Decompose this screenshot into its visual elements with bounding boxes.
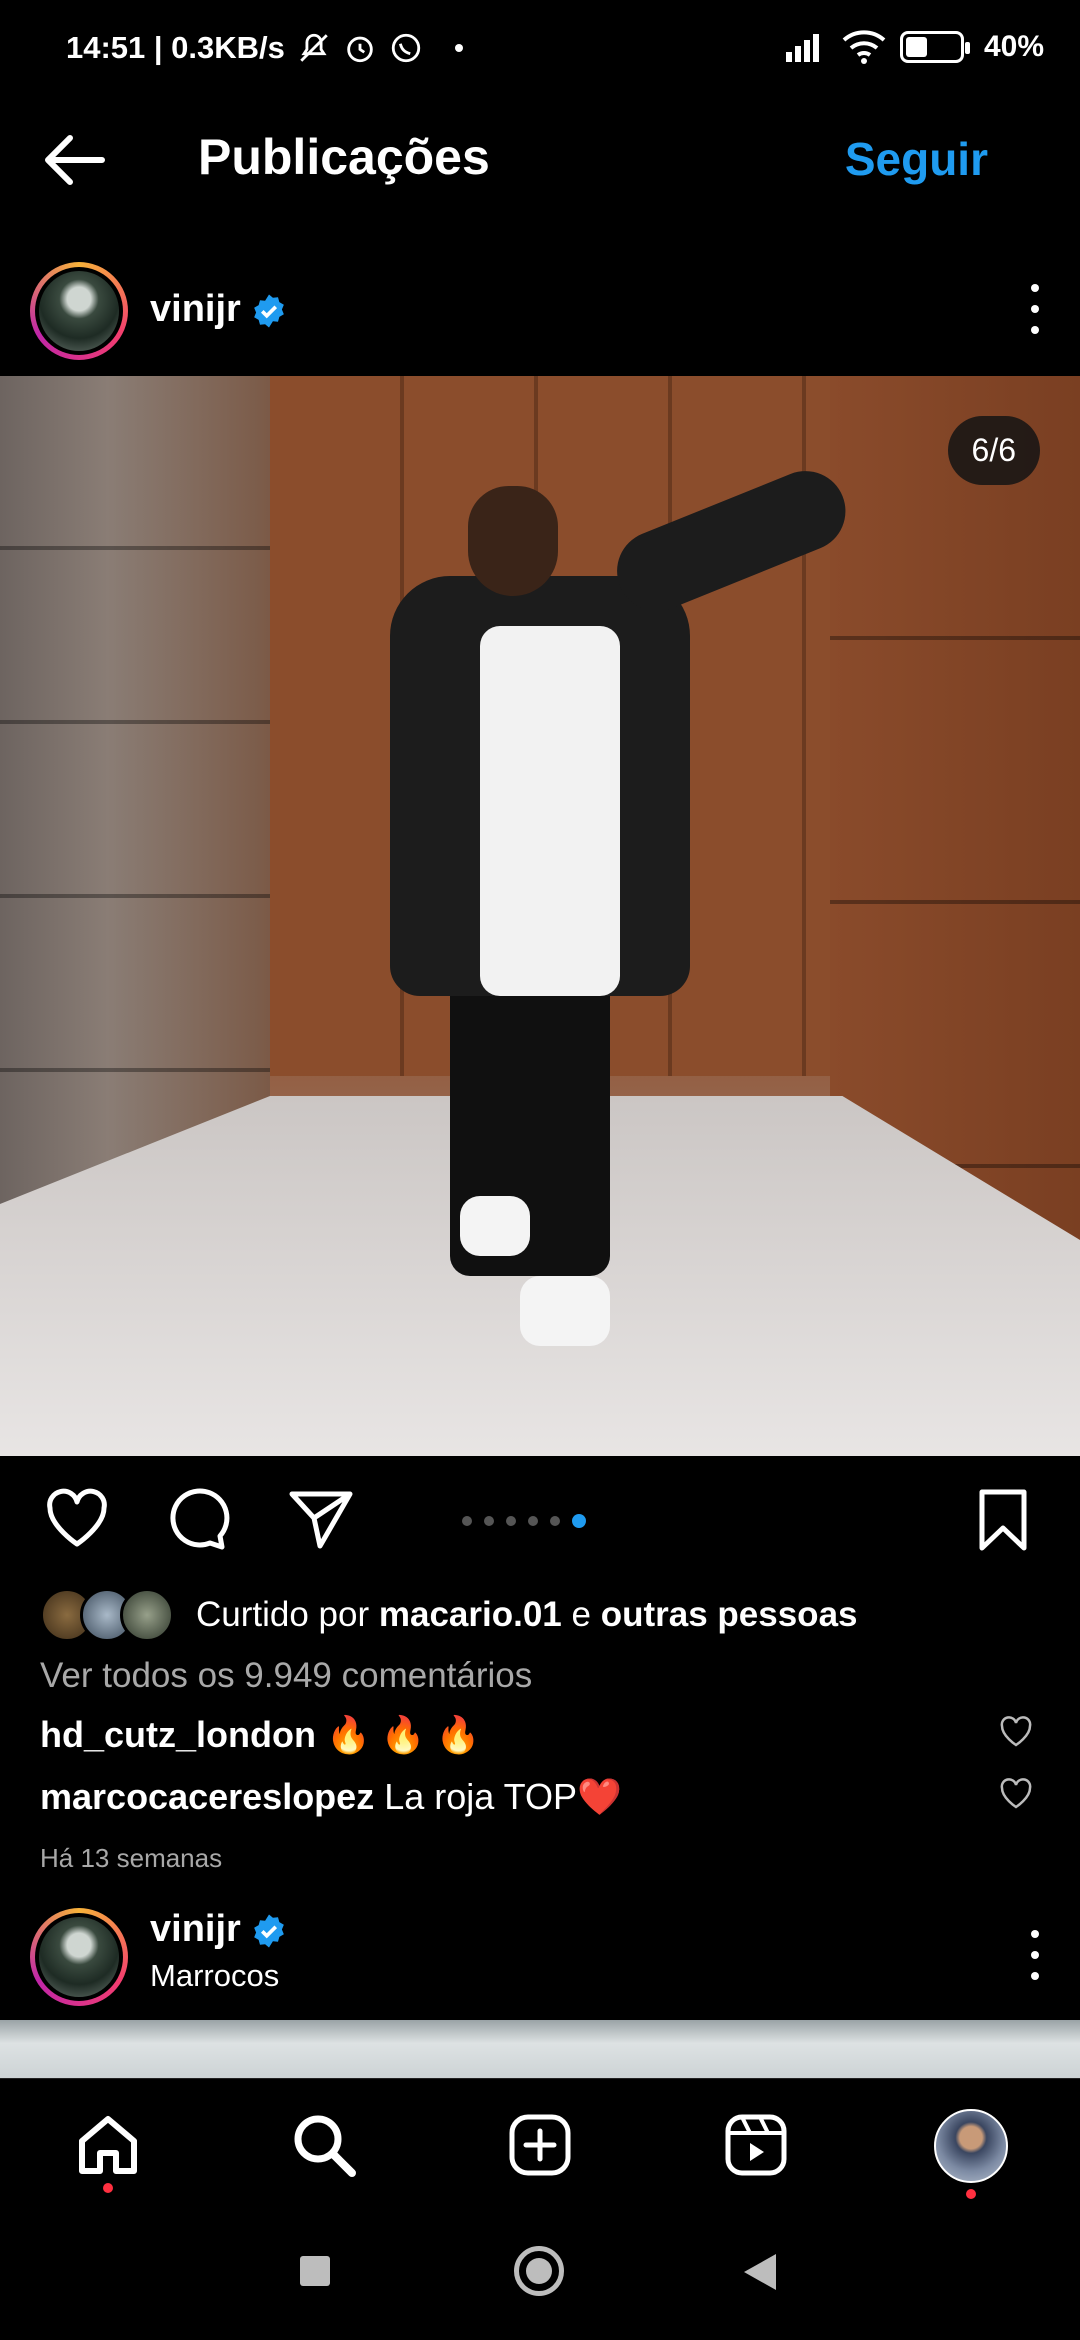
likes-prefix: Curtido por — [196, 1595, 370, 1634]
next-post-location[interactable]: Marrocos — [150, 1958, 279, 1994]
mute-icon — [300, 33, 328, 62]
whatsapp-icon — [391, 33, 421, 63]
comment-text: La roja TOP❤️ — [384, 1776, 622, 1817]
share-send-icon[interactable] — [286, 1484, 356, 1554]
battery-fill — [905, 37, 927, 57]
photo-figure-head — [468, 486, 558, 596]
comment-icon[interactable] — [164, 1484, 234, 1554]
carousel-dot — [506, 1516, 516, 1526]
photo-figure-shoe — [460, 1196, 530, 1256]
page-title: Publicações — [198, 129, 490, 185]
battery-icon — [899, 31, 970, 63]
status-bar: 14:51 | 0.3KB/s 40% — [0, 0, 1080, 100]
post-actions — [0, 1470, 1080, 1570]
search-icon[interactable] — [288, 2109, 360, 2181]
comment-row: hd_cutz_london 🔥 🔥 🔥 — [40, 1714, 480, 1756]
carousel-dot — [462, 1516, 472, 1526]
alarm-icon — [347, 36, 373, 63]
status-dot — [454, 44, 463, 52]
carousel-dot — [550, 1516, 560, 1526]
likes-row[interactable]: Curtido por macario.01 e outras pessoas — [40, 1585, 858, 1645]
system-home-icon[interactable] — [514, 2246, 564, 2296]
verified-badge-icon — [253, 294, 284, 328]
comment-username[interactable]: marcocacereslopez — [40, 1776, 374, 1818]
carousel-dot — [572, 1514, 586, 1528]
more-options-icon[interactable] — [1020, 1930, 1050, 1980]
reels-icon[interactable] — [720, 2109, 792, 2181]
system-nav-bar — [0, 2208, 1080, 2340]
post-timestamp: Há 13 semanas — [40, 1843, 223, 1873]
author-avatar[interactable] — [30, 262, 128, 360]
likes-connector: e — [571, 1595, 591, 1634]
view-all-comments-link[interactable]: Ver todos os 9.949 comentários — [40, 1656, 532, 1696]
comment-text: 🔥 🔥 🔥 — [325, 1714, 481, 1755]
more-options-icon[interactable] — [1020, 284, 1050, 334]
app-header: Publicações Seguir — [0, 110, 1080, 210]
carousel-dot — [528, 1516, 538, 1526]
bottom-nav — [0, 2078, 1080, 2208]
liker-avatar — [120, 1588, 174, 1642]
bookmark-icon[interactable] — [968, 1484, 1038, 1554]
follow-button[interactable]: Seguir — [845, 132, 988, 186]
next-author-username[interactable]: vinijr — [150, 1908, 241, 1950]
next-author-avatar[interactable] — [30, 1908, 128, 2006]
profile-avatar[interactable] — [934, 2109, 1008, 2183]
photo-figure-shirt — [480, 626, 620, 996]
post-author-row: vinijr — [0, 246, 1080, 366]
recents-icon[interactable] — [300, 2256, 330, 2286]
new-post-plus-icon[interactable] — [504, 2109, 576, 2181]
likes-others[interactable]: outras pessoas — [601, 1595, 858, 1634]
comment-like-icon[interactable] — [998, 1714, 1034, 1750]
comment-row: marcocacereslopez La roja TOP❤️ — [40, 1776, 622, 1818]
profile-notification-dot — [966, 2189, 976, 2199]
comment-username[interactable]: hd_cutz_london — [40, 1714, 316, 1756]
signal-icon — [785, 34, 819, 62]
liker-avatars — [40, 1588, 174, 1642]
home-notification-dot — [103, 2183, 113, 2193]
carousel-dot — [484, 1516, 494, 1526]
next-post-photo[interactable] — [0, 2020, 1080, 2078]
home-icon[interactable] — [72, 2109, 144, 2181]
next-author-username-row[interactable]: vinijr — [150, 1908, 287, 1951]
verified-badge-icon — [253, 1914, 284, 1948]
next-post-author-row: vinijr Marrocos — [0, 1892, 1080, 2012]
status-left: 14:51 | 0.3KB/s — [66, 30, 463, 66]
battery-level: 40% — [983, 30, 1044, 63]
like-heart-icon[interactable] — [42, 1484, 112, 1554]
status-time: 14:51 | 0.3KB/s — [66, 30, 285, 65]
photo-counter: 6/6 — [947, 416, 1040, 485]
post-photo[interactable]: 6/6 — [0, 376, 1080, 1456]
photo-figure-shoe — [520, 1276, 610, 1346]
back-arrow-icon[interactable] — [40, 130, 110, 190]
comment-like-icon[interactable] — [998, 1776, 1034, 1812]
system-back-icon[interactable] — [744, 2254, 776, 2290]
likes-user[interactable]: macario.01 — [379, 1595, 562, 1634]
wifi-icon — [842, 30, 886, 64]
likes-text[interactable]: Curtido por macario.01 e outras pessoas — [196, 1595, 858, 1635]
author-username[interactable]: vinijr — [150, 288, 241, 330]
author-username-row[interactable]: vinijr — [150, 288, 287, 331]
status-right: 40% — [785, 30, 1044, 64]
carousel-indicator — [462, 1514, 586, 1528]
